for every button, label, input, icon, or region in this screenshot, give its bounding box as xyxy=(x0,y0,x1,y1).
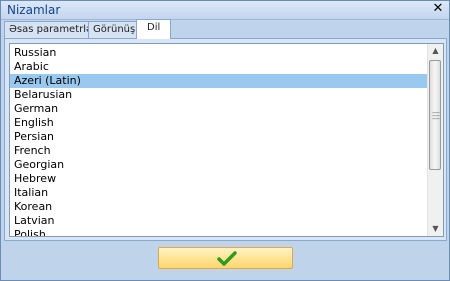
window-title: Nizamlar xyxy=(7,3,61,17)
language-tab-panel: Russian Arabic Azeri (Latin) Belarusian Germ… xyxy=(4,38,447,241)
grip-icon: — — — xyxy=(432,108,440,123)
title-bar: Nizamlar ✕ xyxy=(1,1,449,20)
language-list-item[interactable]: Polish xyxy=(10,228,428,236)
tab-language[interactable]: Dil xyxy=(136,19,172,39)
language-list-item[interactable]: Persian xyxy=(10,130,428,144)
language-list-item[interactable]: Latvian xyxy=(10,214,428,228)
language-list-item[interactable]: Korean xyxy=(10,200,428,214)
language-list-item[interactable]: Belarusian xyxy=(10,88,428,102)
language-list-item[interactable]: English xyxy=(10,116,428,130)
language-list-item[interactable]: Russian xyxy=(10,46,428,60)
scroll-thumb[interactable]: — — — xyxy=(429,60,441,170)
ok-button[interactable] xyxy=(158,247,293,269)
language-list: Russian Arabic Azeri (Latin) Belarusian Germ… xyxy=(10,46,428,236)
vertical-scrollbar[interactable]: ▲ — — — ▼ xyxy=(427,44,443,236)
language-list-item[interactable]: Azeri (Latin) xyxy=(10,74,428,88)
settings-dialog: Nizamlar ✕ Əsas parametrlər Görünüş Dil … xyxy=(0,0,450,281)
tab-appearance[interactable]: Görünüş xyxy=(88,21,141,38)
language-list-item[interactable]: Italian xyxy=(10,186,428,200)
scroll-down-arrow-icon[interactable]: ▼ xyxy=(428,222,443,236)
language-list-item[interactable]: Georgian xyxy=(10,158,428,172)
tab-general-settings[interactable]: Əsas parametrlər xyxy=(4,21,102,38)
language-list-item[interactable]: Arabic xyxy=(10,60,428,74)
tab-strip: Əsas parametrlər Görünüş Dil xyxy=(4,19,448,39)
close-icon[interactable]: ✕ xyxy=(431,2,445,16)
language-list-item[interactable]: French xyxy=(10,144,428,158)
language-list-item[interactable]: Hebrew xyxy=(10,172,428,186)
scroll-up-arrow-icon[interactable]: ▲ xyxy=(428,44,443,58)
language-listbox[interactable]: Russian Arabic Azeri (Latin) Belarusian Germ… xyxy=(9,43,444,237)
checkmark-icon xyxy=(217,251,237,266)
language-list-item[interactable]: German xyxy=(10,102,428,116)
